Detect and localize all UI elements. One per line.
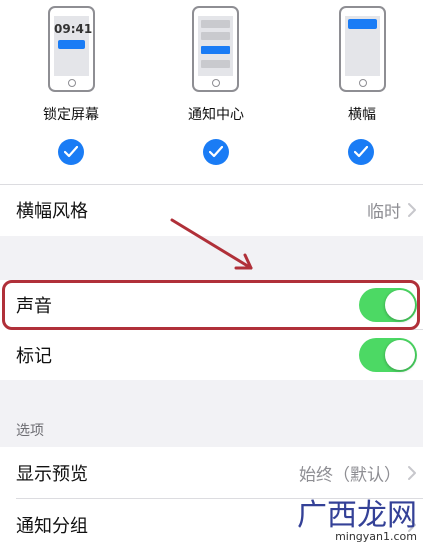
annotation-arrow-icon [170,218,253,270]
watermark-main: 广西龙网 [297,498,417,533]
site-watermark: 广西龙网 mingyan1.com [297,501,417,543]
